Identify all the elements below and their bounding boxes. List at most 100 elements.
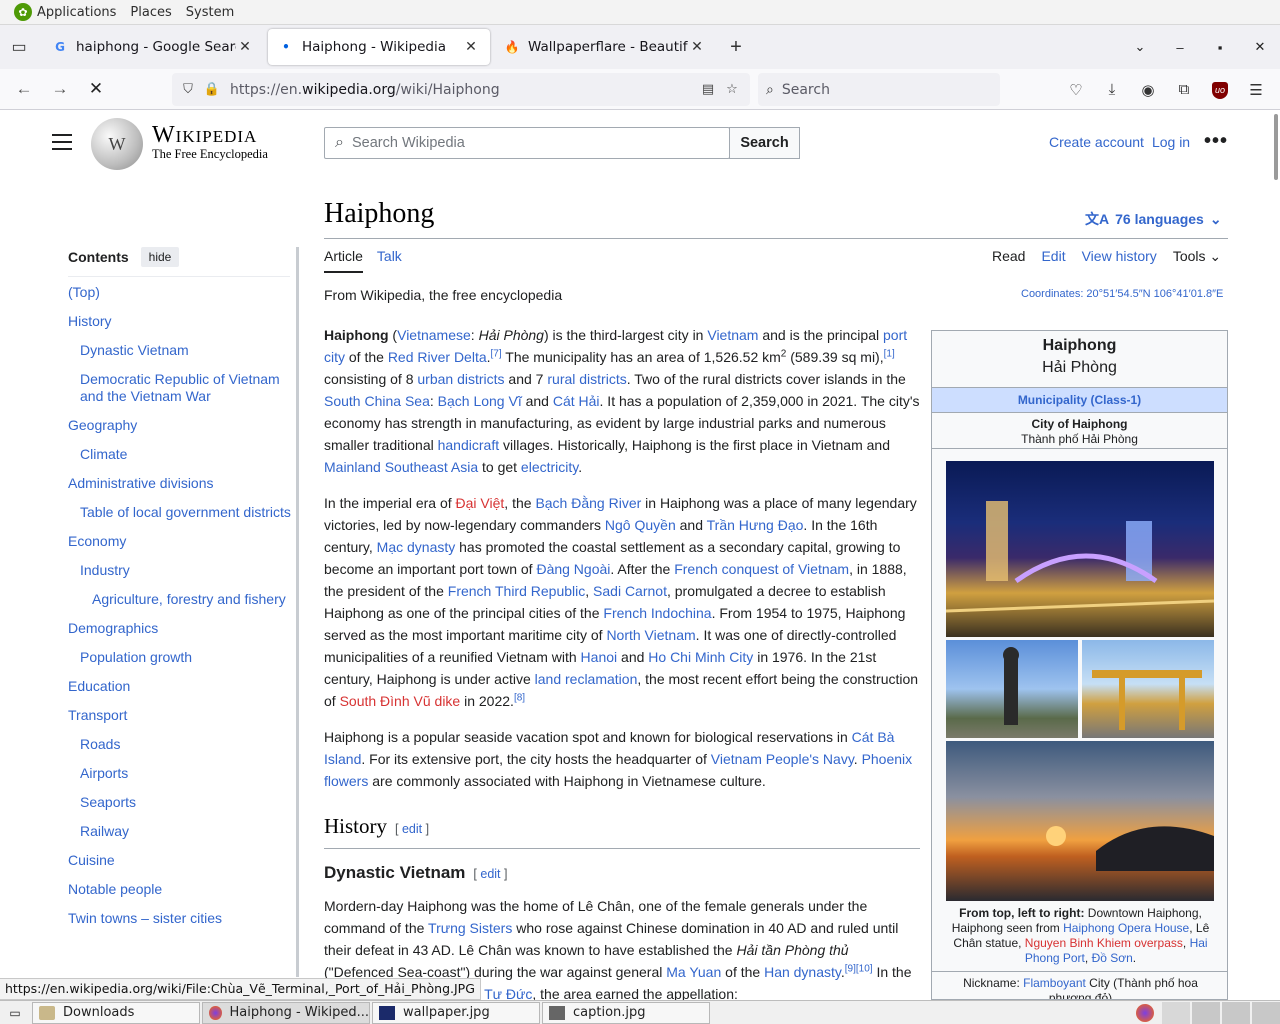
more-options-icon[interactable]: ••• [1204, 130, 1228, 153]
edit-section-link[interactable]: edit [402, 822, 422, 836]
infobox-type-link[interactable]: Municipality (Class-1) [932, 388, 1227, 413]
create-account-link[interactable]: Create account [1049, 134, 1144, 150]
tab-wallpaperflare[interactable]: 🔥 Wallpaperflare - Beautiful H ✕ [494, 29, 716, 65]
tab-edit[interactable]: Edit [1041, 248, 1065, 265]
pocket-icon[interactable]: ♡ [1058, 81, 1094, 99]
close-tab-icon[interactable]: ✕ [236, 39, 254, 55]
wikipedia-search-input[interactable]: ⌕ Search Wikipedia [324, 127, 730, 159]
toc-item[interactable]: Transport [68, 707, 296, 724]
log-in-link[interactable]: Log in [1152, 134, 1190, 150]
toc-item[interactable]: Democratic Republic of Vietnam and the V… [80, 371, 296, 405]
section-divider [324, 848, 920, 849]
toc-item[interactable]: History [68, 313, 296, 330]
firefox-tray-icon[interactable] [1136, 1004, 1154, 1022]
bookmark-star-icon[interactable]: ☆ [720, 82, 744, 97]
toc-item[interactable]: (Top) [68, 284, 296, 301]
forward-arrow-icon[interactable]: → [42, 73, 78, 105]
toc-item[interactable]: Geography [68, 417, 296, 434]
reader-view-icon[interactable]: ▤ [696, 82, 720, 97]
toc-heading: Contents [68, 249, 129, 265]
wikipedia-search-button[interactable]: Search [729, 127, 800, 159]
main-menu-icon[interactable] [52, 134, 72, 150]
tools-dropdown[interactable]: Tools ⌄ [1173, 248, 1221, 265]
scrollbar-thumb[interactable] [1274, 114, 1278, 180]
system-menu[interactable]: System [186, 5, 234, 20]
toc-item[interactable]: Table of local government districts [80, 504, 296, 521]
coordinates-link[interactable]: Coordinates: 20°51′54.5″N 106°41′01.8″E [1021, 288, 1223, 300]
workspace-2[interactable] [1192, 1002, 1220, 1024]
tab-overview-icon[interactable]: ▭ [0, 25, 38, 69]
tab-google-search[interactable]: G haiphong - Google Search ✕ [42, 29, 264, 65]
sunset-bay-photo[interactable] [946, 741, 1214, 901]
close-window-icon[interactable]: ✕ [1240, 39, 1280, 55]
toc-hide-button[interactable]: hide [140, 247, 180, 267]
close-tab-icon[interactable]: ✕ [462, 39, 480, 55]
show-desktop-icon[interactable]: ▭ [0, 1002, 30, 1024]
lock-icon[interactable]: 🔒 [200, 82, 224, 97]
workspace-4[interactable] [1252, 1002, 1280, 1024]
search-icon: ⌕ [766, 81, 774, 98]
edit-section-link[interactable]: edit [480, 867, 500, 881]
close-tab-icon[interactable]: ✕ [688, 39, 706, 55]
toc-item[interactable]: Education [68, 678, 296, 695]
tab-title: Wallpaperflare - Beautiful H [528, 39, 688, 55]
toc-item[interactable]: Roads [80, 736, 296, 753]
workspace-1[interactable] [1162, 1002, 1190, 1024]
title-divider [324, 238, 1228, 239]
le-chan-statue-photo[interactable] [946, 640, 1078, 738]
firefox-icon [209, 1005, 222, 1020]
stop-loading-icon[interactable]: ✕ [78, 73, 114, 105]
taskbar-item-wallpaper[interactable]: wallpaper.jpg [372, 1001, 540, 1024]
toc-item[interactable]: Demographics [68, 620, 296, 637]
wikipedia-wordmark[interactable]: Wikipedia The Free Encyclopedia [152, 122, 268, 162]
toc-item[interactable]: Agriculture, forestry and fishery [92, 591, 296, 608]
toc-item[interactable]: Seaports [80, 794, 296, 811]
toc-item[interactable]: Airports [80, 765, 296, 782]
new-tab-plus-icon[interactable]: + [716, 36, 756, 59]
tab-talk[interactable]: Talk [377, 248, 402, 273]
wordmark-tagline: The Free Encyclopedia [152, 147, 268, 161]
minimize-icon[interactable]: – [1160, 40, 1200, 55]
toc-item[interactable]: Industry [80, 562, 296, 579]
tab-article[interactable]: Article [324, 248, 363, 273]
toc-item[interactable]: Population growth [80, 649, 296, 666]
downtown-night-photo[interactable] [946, 461, 1214, 637]
places-menu[interactable]: Places [130, 5, 171, 20]
tab-read[interactable]: Read [992, 248, 1025, 265]
language-selector[interactable]: 文A 76 languages ⌄ [1085, 209, 1222, 229]
port-crane-photo[interactable] [1082, 640, 1214, 738]
maximize-icon[interactable]: ▪ [1200, 40, 1240, 55]
toc-item[interactable]: Climate [80, 446, 296, 463]
app-menu-icon[interactable]: ☰ [1238, 81, 1274, 99]
applications-label: Applications [37, 4, 117, 20]
web-search-bar[interactable]: ⌕ Search [758, 73, 1000, 106]
back-arrow-icon[interactable]: ← [6, 73, 42, 105]
wikipedia-globe-logo[interactable]: W [91, 118, 143, 170]
url-text[interactable]: https://en.wikipedia.org/wiki/Haiphong [230, 82, 696, 98]
paragraph-lead: Haiphong (Vietnamese: Hải Phòng) is the … [324, 327, 920, 475]
infobox-caption: From top, left to right: Downtown Haipho… [951, 906, 1210, 965]
toc-item[interactable]: Twin towns – sister cities [68, 910, 296, 927]
toc-item[interactable]: Notable people [68, 881, 296, 898]
address-bar[interactable]: ⛉ 🔒 https://en.wikipedia.org/wiki/Haipho… [172, 73, 750, 106]
taskbar-item-downloads[interactable]: Downloads [32, 1001, 200, 1024]
account-icon[interactable]: ◉ [1130, 81, 1166, 99]
extensions-icon[interactable]: ⧉ [1166, 81, 1202, 98]
toc-item[interactable]: Economy [68, 533, 296, 550]
image-icon [379, 1005, 395, 1020]
tab-wikipedia[interactable]: • Haiphong - Wikipedia ✕ [268, 29, 490, 65]
applications-menu[interactable]: ✿ Applications [14, 3, 116, 21]
taskbar-item-caption[interactable]: caption.jpg [542, 1001, 710, 1024]
tracking-shield-icon[interactable]: ⛉ [176, 82, 200, 97]
tab-view-history[interactable]: View history [1082, 248, 1157, 265]
list-all-tabs-chevron-icon[interactable]: ⌄ [1120, 39, 1160, 55]
ublock-origin-icon[interactable]: uo [1202, 80, 1238, 99]
toc-item[interactable]: Dynastic Vietnam [80, 342, 296, 359]
toc-item[interactable]: Cuisine [68, 852, 296, 869]
workspace-3[interactable] [1222, 1002, 1250, 1024]
toc-item[interactable]: Administrative divisions [68, 475, 296, 492]
taskbar-item-firefox[interactable]: Haiphong - Wikiped... [202, 1001, 370, 1024]
toc-item[interactable]: Railway [80, 823, 296, 840]
page-scrollbar[interactable] [1272, 110, 1280, 1000]
downloads-icon[interactable]: ⤓ [1094, 81, 1130, 98]
